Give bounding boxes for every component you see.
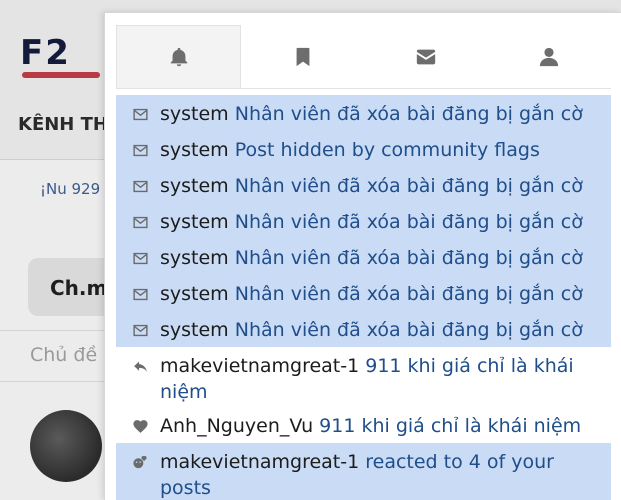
- envelope-icon: [130, 139, 150, 161]
- notification-description: Nhân viên đã xóa bài đăng bị gắn cờ: [234, 175, 583, 197]
- user-menu-panel: system Nhân viên đã xóa bài đăng bị gắn …: [104, 12, 621, 500]
- notification-text: system Nhân viên đã xóa bài đăng bị gắn …: [160, 277, 583, 307]
- reply-icon: [130, 355, 150, 377]
- notification-description: Nhân viên đã xóa bài đăng bị gắn cờ: [234, 247, 583, 269]
- tab-bookmarks[interactable]: [241, 25, 364, 88]
- envelope-icon: [130, 175, 150, 197]
- notification-text: system Nhân viên đã xóa bài đăng bị gắn …: [160, 313, 583, 343]
- notification-text: system Nhân viên đã xóa bài đăng bị gắn …: [160, 241, 583, 271]
- notification-user: system: [160, 319, 229, 341]
- notification-user: Anh_Nguyen_Vu: [160, 415, 314, 437]
- channel-card-text: Ch.m: [50, 276, 108, 300]
- envelope-icon: [130, 247, 150, 269]
- notification-user: system: [160, 139, 229, 161]
- envelope-icon: [130, 211, 150, 233]
- user-icon: [540, 47, 559, 66]
- notification-item[interactable]: system Nhân viên đã xóa bài đăng bị gắn …: [116, 95, 611, 131]
- envelope-icon: [130, 319, 150, 341]
- notification-user: system: [160, 283, 229, 305]
- tab-notifications[interactable]: [116, 25, 242, 88]
- channel-label[interactable]: KÊNH TH: [18, 114, 108, 135]
- notification-text: system Post hidden by community flags: [160, 133, 540, 163]
- notification-description: Post hidden by community flags: [234, 139, 540, 161]
- notification-description: 911 khi giá chỉ là khái niệm: [319, 415, 582, 437]
- notification-text: makevietnamgreat-1 reacted to 4 of your …: [160, 445, 601, 500]
- notification-item[interactable]: system Nhân viên đã xóa bài đăng bị gắn …: [116, 311, 611, 347]
- logo-underline: [22, 72, 100, 78]
- notification-user: system: [160, 247, 229, 269]
- balance-text: ¡Nu 929: [40, 180, 101, 198]
- notification-user: system: [160, 211, 229, 233]
- notification-description: Nhân viên đã xóa bài đăng bị gắn cờ: [234, 319, 583, 341]
- reactions-icon: [130, 451, 150, 473]
- envelope-icon: [130, 103, 150, 125]
- notification-item[interactable]: system Nhân viên đã xóa bài đăng bị gắn …: [116, 239, 611, 275]
- notification-user: system: [160, 103, 229, 125]
- envelope-icon: [416, 49, 436, 64]
- notification-item[interactable]: system Post hidden by community flags: [116, 131, 611, 167]
- notification-description: Nhân viên đã xóa bài đăng bị gắn cờ: [234, 103, 583, 125]
- tab-messages[interactable]: [365, 25, 488, 88]
- notification-item[interactable]: system Nhân viên đã xóa bài đăng bị gắn …: [116, 275, 611, 311]
- tab-profile[interactable]: [488, 25, 611, 88]
- notification-list: system Nhân viên đã xóa bài đăng bị gắn …: [116, 95, 611, 500]
- notification-text: Anh_Nguyen_Vu 911 khi giá chỉ là khái ni…: [160, 409, 581, 439]
- notification-user: makevietnamgreat-1: [160, 355, 360, 377]
- notification-text: system Nhân viên đã xóa bài đăng bị gắn …: [160, 169, 583, 199]
- bookmark-icon: [296, 47, 310, 66]
- notification-item[interactable]: Anh_Nguyen_Vu 911 khi giá chỉ là khái ni…: [116, 407, 611, 443]
- notification-text: system Nhân viên đã xóa bài đăng bị gắn …: [160, 97, 583, 127]
- notification-item[interactable]: makevietnamgreat-1 reacted to 4 of your …: [116, 443, 611, 500]
- heart-icon: [130, 415, 150, 437]
- notification-item[interactable]: makevietnamgreat-1 911 khi giá chỉ là kh…: [116, 347, 611, 407]
- notification-item[interactable]: system Nhân viên đã xóa bài đăng bị gắn …: [116, 167, 611, 203]
- notification-user: system: [160, 175, 229, 197]
- notification-description: Nhân viên đã xóa bài đăng bị gắn cờ: [234, 283, 583, 305]
- avatar[interactable]: [30, 410, 102, 482]
- user-menu-tabs: [116, 25, 611, 89]
- envelope-icon: [130, 283, 150, 305]
- topic-input-placeholder: Chủ đề: [30, 344, 98, 366]
- bell-icon: [170, 47, 187, 66]
- notification-item[interactable]: system Nhân viên đã xóa bài đăng bị gắn …: [116, 203, 611, 239]
- notification-text: makevietnamgreat-1 911 khi giá chỉ là kh…: [160, 349, 601, 405]
- notification-description: Nhân viên đã xóa bài đăng bị gắn cờ: [234, 211, 583, 233]
- notification-user: makevietnamgreat-1: [160, 451, 360, 473]
- notification-text: system Nhân viên đã xóa bài đăng bị gắn …: [160, 205, 583, 235]
